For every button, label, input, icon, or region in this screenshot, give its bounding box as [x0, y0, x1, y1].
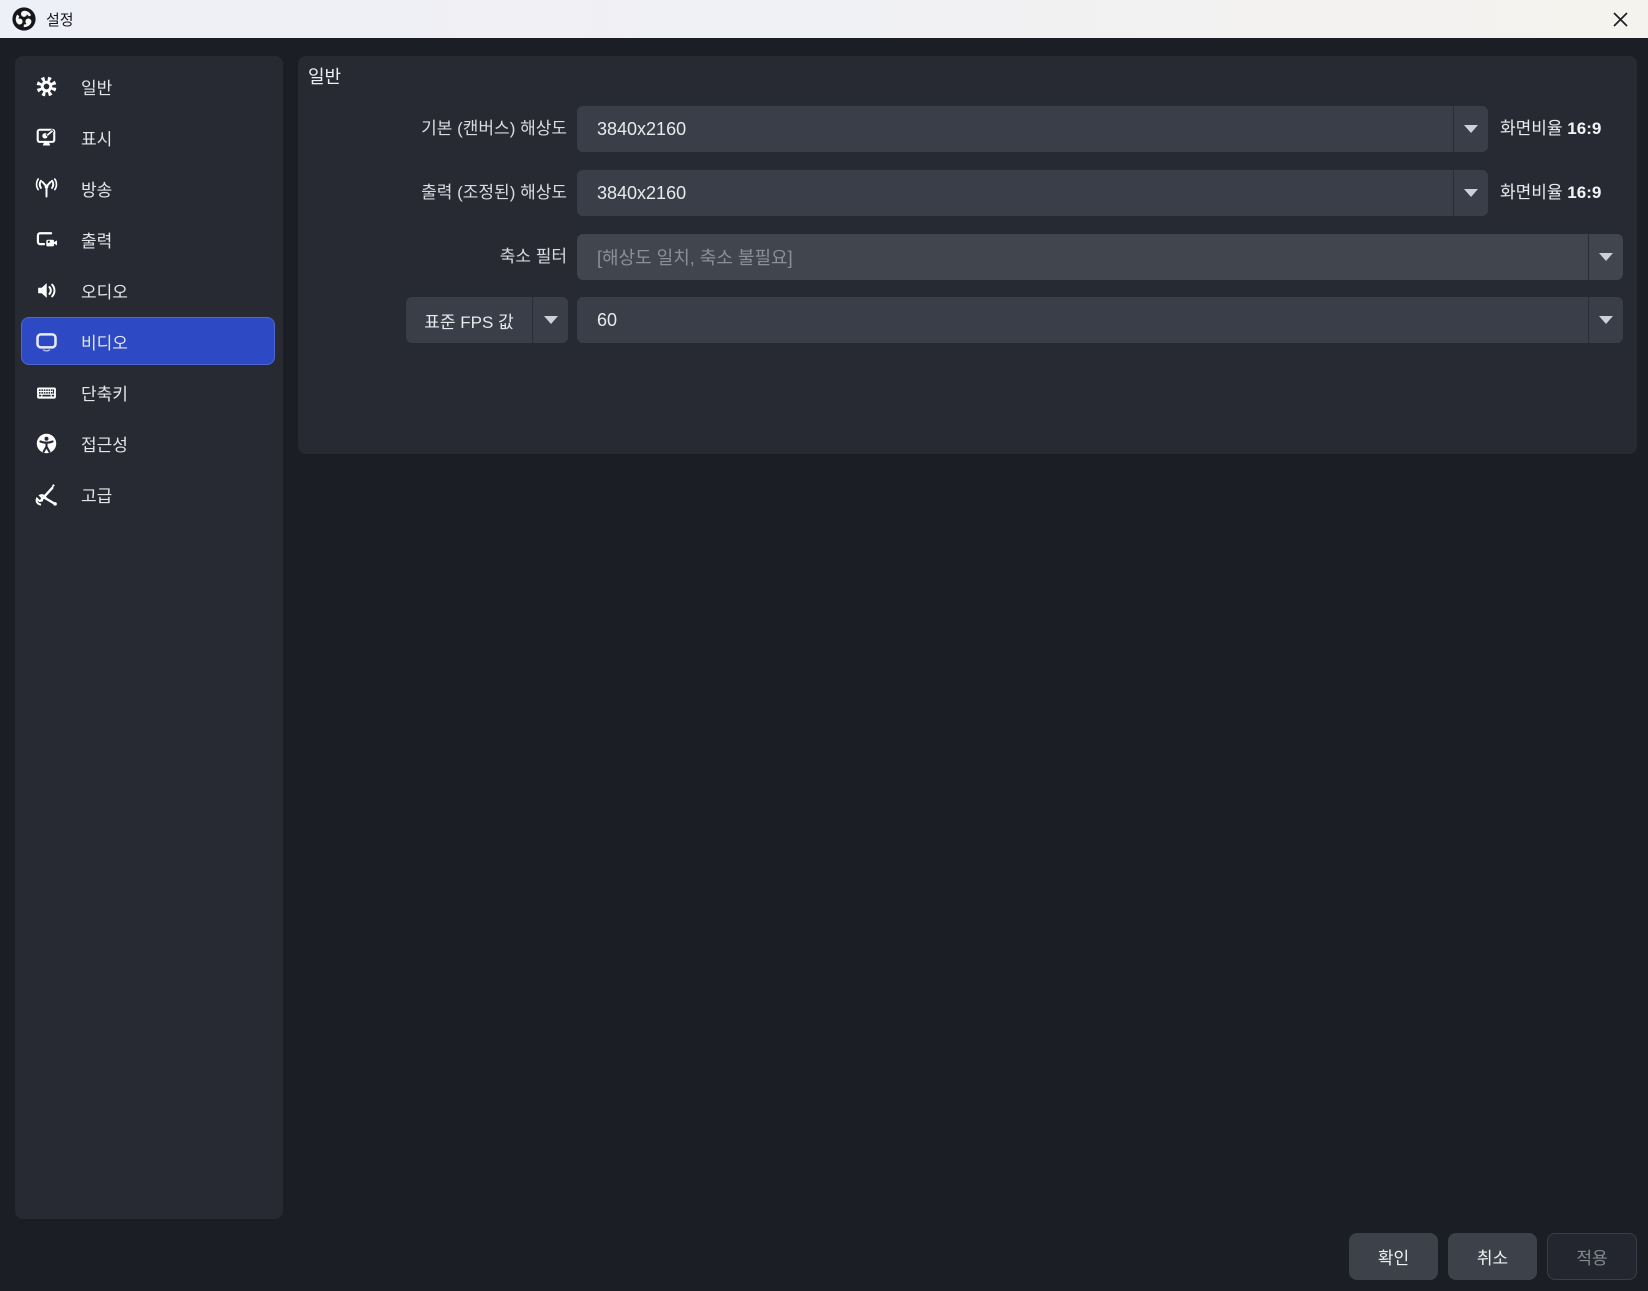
output-resolution-label: 출력 (조정된) 해상도 [421, 183, 567, 202]
sidebar-item-accessibility[interactable]: 접근성 [22, 419, 274, 467]
accessibility-icon [34, 431, 58, 455]
fps-type-label: 표준 FPS 값 [424, 312, 514, 332]
sidebar-item-video[interactable]: 비디오 [21, 317, 275, 365]
chevron-down-icon [1588, 297, 1623, 343]
base-resolution-value: 3840x2160 [597, 118, 687, 139]
hotkeys-icon [34, 380, 58, 404]
output-resolution-value: 3840x2160 [597, 182, 687, 203]
window-title: 설정 [46, 11, 74, 29]
sidebar-item-advanced[interactable]: 고급 [22, 470, 274, 518]
fps-value: 60 [597, 309, 618, 330]
sidebar-item-audio[interactable]: 오디오 [22, 266, 274, 314]
obs-logo-icon [12, 7, 36, 31]
aspect-ratio-label: 화면비율 [1500, 183, 1563, 202]
sidebar-item-label: 표시 [81, 129, 113, 149]
cancel-button[interactable]: 취소 [1448, 1233, 1537, 1280]
sidebar-item-label: 방송 [81, 180, 113, 200]
sidebar-item-label: 고급 [81, 486, 113, 506]
broadcast-icon [34, 176, 58, 200]
aspect-ratio-label: 화면비율 [1500, 119, 1563, 138]
sidebar-item-stream[interactable]: 방송 [22, 164, 274, 212]
ok-button[interactable]: 확인 [1349, 1233, 1438, 1280]
downscale-filter-placeholder: [해상도 일치, 축소 불필요] [597, 248, 793, 268]
advanced-icon [34, 482, 58, 506]
sidebar-item-general[interactable]: 일반 [22, 62, 274, 110]
base-aspect-ratio: 화면비율 16:9 [1500, 106, 1601, 152]
aspect-ratio-value: 16:9 [1567, 183, 1602, 202]
base-resolution-label: 기본 (캔버스) 해상도 [421, 119, 567, 138]
sidebar-item-label: 단축키 [81, 384, 128, 404]
sidebar-item-appearance[interactable]: 표시 [22, 113, 274, 161]
chevron-down-icon [1588, 234, 1623, 280]
sidebar-item-label: 비디오 [81, 333, 128, 353]
base-resolution-combobox[interactable]: 3840x2160 [577, 106, 1488, 152]
chevron-down-icon [532, 297, 568, 343]
sidebar-item-hotkeys[interactable]: 단축키 [22, 368, 274, 416]
fps-value-combobox[interactable]: 60 [577, 297, 1623, 343]
fps-type-dropdown-button[interactable]: 표준 FPS 값 [406, 297, 568, 343]
video-icon [34, 329, 58, 353]
output-icon [34, 227, 58, 251]
chevron-down-icon [1453, 106, 1488, 152]
sidebar-item-label: 접근성 [81, 435, 128, 455]
sidebar-item-label: 일반 [81, 78, 113, 98]
gear-icon [34, 74, 58, 98]
output-aspect-ratio: 화면비율 16:9 [1500, 170, 1601, 216]
downscale-filter-label: 축소 필터 [499, 247, 567, 266]
titlebar: 설정 [0, 0, 1648, 38]
downscale-filter-combobox: [해상도 일치, 축소 불필요] [577, 234, 1623, 280]
chevron-down-icon [1453, 170, 1488, 216]
aspect-ratio-value: 16:9 [1567, 119, 1602, 138]
settings-sidebar: 일반 표시 방송 출력 오디오 비디오 단축키 접근성 고급 [15, 56, 283, 1219]
appearance-icon [34, 125, 58, 149]
section-header: 일반 [308, 67, 342, 87]
sidebar-item-label: 출력 [81, 231, 113, 251]
video-settings-panel: 일반 기본 (캔버스) 해상도 3840x2160 화면비율 16:9 출력 (… [298, 56, 1637, 454]
output-resolution-combobox[interactable]: 3840x2160 [577, 170, 1488, 216]
close-icon[interactable] [1600, 0, 1640, 38]
apply-button: 적용 [1547, 1233, 1637, 1280]
audio-icon [34, 278, 58, 302]
sidebar-item-output[interactable]: 출력 [22, 215, 274, 263]
sidebar-item-label: 오디오 [81, 282, 128, 302]
